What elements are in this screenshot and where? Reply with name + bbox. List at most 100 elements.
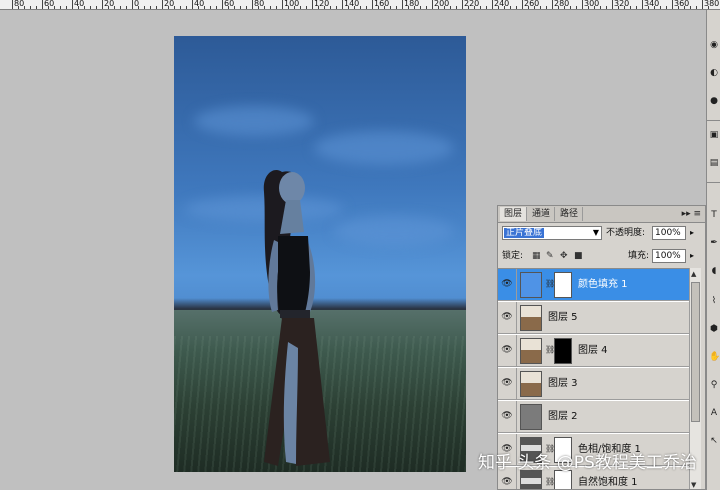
eye-icon[interactable]: 👁 — [498, 401, 517, 432]
opacity-slider-arrow-icon[interactable]: ▸ — [690, 226, 694, 240]
layer-row[interactable]: 👁 图层 3 — [498, 368, 690, 400]
ruler-minor-tick — [108, 6, 109, 9]
ruler-minor-tick — [354, 6, 355, 9]
scroll-thumb[interactable] — [691, 282, 700, 422]
ruler-minor-tick — [84, 6, 85, 9]
history-tool-icon[interactable]: ◉ — [709, 40, 719, 50]
panel-menu-icon[interactable]: ▸▸ ≡ — [682, 207, 701, 221]
ruler-major-tick — [552, 0, 553, 9]
ruler-major-tick — [432, 0, 433, 9]
ruler-label: 180 — [404, 0, 420, 8]
tab-channels[interactable]: 通道 — [528, 207, 556, 221]
lock-all-icon[interactable]: ■ — [574, 250, 583, 262]
ruler-label: 260 — [524, 0, 540, 8]
eye-icon[interactable]: 👁 — [498, 368, 517, 399]
panel-tab-bar: 图层 通道 路径 ▸▸ ≡ — [498, 206, 705, 223]
ruler-label: 340 — [644, 0, 660, 8]
type-tool-icon[interactable]: A — [709, 408, 719, 418]
layer-name: 图层 5 — [548, 312, 578, 323]
horizontal-ruler[interactable]: 80 60 40 20 0 20 40 60 80 100 120 140 160 180 200 220 24… — [0, 0, 720, 10]
ruler-minor-tick — [360, 6, 361, 9]
path-tool-icon[interactable]: ⌇ — [709, 296, 719, 306]
ruler-minor-tick — [480, 6, 481, 9]
ruler-major-tick — [612, 0, 613, 9]
tab-layers[interactable]: 图层 — [500, 207, 528, 221]
ruler-minor-tick — [690, 6, 691, 9]
ruler-minor-tick — [96, 6, 97, 9]
ruler-minor-tick — [234, 6, 235, 9]
layer-row[interactable]: 👁 图层 2 — [498, 401, 690, 433]
ruler-major-tick — [222, 0, 223, 9]
ruler-minor-tick — [198, 6, 199, 9]
ruler-major-tick — [642, 0, 643, 9]
ruler-label: 140 — [344, 0, 360, 8]
ruler-major-tick — [72, 0, 73, 9]
ruler-minor-tick — [414, 6, 415, 9]
fill-slider-arrow-icon[interactable]: ▸ — [690, 249, 694, 263]
navigator-tool-icon[interactable]: ◐ — [709, 68, 719, 78]
pen-tool-icon[interactable]: ✒ — [709, 238, 719, 248]
opacity-input[interactable]: 100% — [652, 226, 686, 240]
layer-row[interactable]: 👁 ⛓ 图层 4 — [498, 335, 690, 367]
ruler-label: 60 — [44, 0, 55, 8]
layer-thumbnail — [520, 338, 542, 364]
ruler-major-tick — [462, 0, 463, 9]
ruler-minor-tick — [276, 6, 277, 9]
ruler-minor-tick — [540, 6, 541, 9]
ruler-minor-tick — [468, 6, 469, 9]
blend-mode-select[interactable]: 正片叠底 ▼ — [502, 226, 602, 240]
layer-row[interactable]: 👁 ⛓ 颜色填充 1 — [498, 269, 690, 301]
ruler-minor-tick — [264, 6, 265, 9]
ruler-minor-tick — [534, 6, 535, 9]
ruler-minor-tick — [384, 6, 385, 9]
text-tool-icon[interactable]: T — [709, 210, 719, 220]
ruler-minor-tick — [18, 6, 19, 9]
ruler-minor-tick — [498, 6, 499, 9]
chevron-down-icon[interactable]: ▼ — [593, 227, 599, 239]
fill-input[interactable]: 100% — [652, 249, 686, 263]
clone-tool-icon[interactable]: ▤ — [709, 158, 719, 168]
document-canvas[interactable] — [174, 36, 466, 472]
hand-tool-icon[interactable]: ✋ — [709, 352, 720, 362]
eye-icon[interactable]: 👁 — [498, 269, 517, 300]
ruler-major-tick — [672, 0, 673, 9]
ruler-label: 20 — [164, 0, 175, 8]
ruler-label: 300 — [584, 0, 600, 8]
ruler-minor-tick — [36, 6, 37, 9]
layer-mask-thumbnail[interactable] — [554, 272, 572, 298]
scroll-down-icon[interactable]: ▼ — [691, 481, 696, 489]
ruler-minor-tick — [246, 6, 247, 9]
sky-cloud — [314, 131, 454, 165]
ruler-label: 160 — [374, 0, 390, 8]
eye-icon[interactable]: 👁 — [498, 335, 517, 366]
ruler-minor-tick — [306, 6, 307, 9]
ruler-major-tick — [522, 0, 523, 9]
ruler-minor-tick — [666, 6, 667, 9]
ruler-minor-tick — [456, 6, 457, 9]
lock-image-icon[interactable]: ✎ — [546, 250, 554, 262]
scroll-up-icon[interactable]: ▲ — [691, 270, 696, 278]
brush-tool-icon[interactable]: ▣ — [709, 130, 719, 140]
select-tool-icon[interactable]: ↖ — [709, 436, 719, 446]
lock-position-icon[interactable]: ✥ — [560, 250, 568, 262]
ruler-minor-tick — [660, 6, 661, 9]
ruler-minor-tick — [324, 6, 325, 9]
ruler-label: 80 — [14, 0, 25, 8]
ruler-minor-tick — [114, 6, 115, 9]
ruler-minor-tick — [426, 6, 427, 9]
layer-mask-thumbnail[interactable] — [554, 338, 572, 364]
tab-paths[interactable]: 路径 — [556, 207, 584, 221]
ruler-minor-tick — [270, 6, 271, 9]
dodge-tool-icon[interactable]: ◖ — [709, 266, 719, 276]
eye-icon[interactable]: 👁 — [498, 302, 517, 333]
zoom-tool-icon[interactable]: ⚲ — [709, 380, 719, 390]
layer-row[interactable]: 👁 图层 5 — [498, 302, 690, 334]
lock-fill-row: 锁定: ▦ ✎ ✥ ■ 填充: 100% ▸ — [502, 249, 702, 265]
info-tool-icon[interactable]: ● — [709, 96, 719, 106]
ruler-label: 280 — [554, 0, 570, 8]
shape-tool-icon[interactable]: ⬢ — [709, 324, 719, 334]
layer-mask-thumbnail[interactable] — [554, 470, 572, 489]
ruler-label: 320 — [614, 0, 630, 8]
lock-transparency-icon[interactable]: ▦ — [532, 250, 541, 262]
layer-thumbnail — [520, 404, 542, 430]
